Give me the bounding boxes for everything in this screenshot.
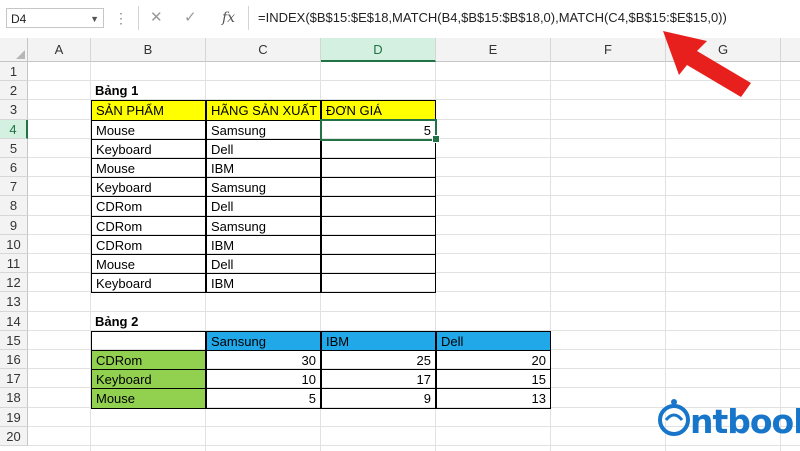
row-header-15[interactable]: 15 xyxy=(0,330,28,350)
row-header-2[interactable]: 2 xyxy=(0,81,28,101)
table2-cell[interactable]: 10 xyxy=(206,369,321,390)
table1-cell[interactable]: IBM xyxy=(206,158,321,179)
table2-cell[interactable]: 17 xyxy=(321,369,436,390)
gridline xyxy=(780,62,781,451)
table1-cell[interactable]: Keyboard xyxy=(91,138,206,159)
table1-cell[interactable]: Dell xyxy=(206,138,321,159)
table1-cell[interactable] xyxy=(321,254,436,275)
table2-header-cell[interactable]: IBM xyxy=(321,330,436,351)
check-icon[interactable]: ✓ xyxy=(184,8,197,28)
row-header-20[interactable]: 20 xyxy=(0,426,28,446)
table2-cell[interactable]: 5 xyxy=(206,388,321,409)
row-header-14[interactable]: 14 xyxy=(0,311,28,331)
more-options-icon[interactable]: ⋮ xyxy=(114,8,128,28)
table2-cell[interactable]: 9 xyxy=(321,388,436,409)
row-header-9[interactable]: 9 xyxy=(0,215,28,235)
table1-cell[interactable]: Samsung xyxy=(206,177,321,198)
row-header-18[interactable]: 18 xyxy=(0,388,28,408)
column-header-f[interactable]: F xyxy=(551,38,666,62)
row-header-12[interactable]: 12 xyxy=(0,273,28,293)
name-box[interactable]: D4 ▼ xyxy=(6,8,104,28)
table1-cell[interactable]: IBM xyxy=(206,234,321,255)
table2-header-cell[interactable] xyxy=(91,330,206,351)
table1-cell[interactable]: CDRom xyxy=(91,215,206,236)
table2-cell[interactable]: 30 xyxy=(206,350,321,371)
table1-cell[interactable] xyxy=(321,273,436,294)
column-header-d[interactable]: D xyxy=(321,38,436,62)
table1-cell[interactable]: Keyboard xyxy=(91,177,206,198)
ntbook-logo-text: ntbook xyxy=(690,402,800,441)
select-all-button[interactable] xyxy=(0,38,28,62)
row-header-13[interactable]: 13 xyxy=(0,292,28,312)
column-header-c[interactable]: C xyxy=(206,38,321,62)
cancel-icon[interactable]: ✕ xyxy=(150,8,163,28)
divider xyxy=(138,6,139,30)
ntbook-logo-icon xyxy=(658,399,690,436)
table2-cell[interactable]: Mouse xyxy=(91,388,206,409)
insert-function-icon[interactable]: fx xyxy=(222,8,235,28)
table1-title[interactable]: Bảng 1 xyxy=(91,81,321,100)
table1-cell[interactable]: Samsung xyxy=(206,119,321,140)
chevron-down-icon[interactable]: ▼ xyxy=(90,9,99,29)
row-header-7[interactable]: 7 xyxy=(0,177,28,197)
table1-cell[interactable]: CDRom xyxy=(91,196,206,217)
column-header-b[interactable]: B xyxy=(91,38,206,62)
table1-cell[interactable] xyxy=(321,138,436,159)
table2-cell[interactable]: Keyboard xyxy=(91,369,206,390)
table2-title[interactable]: Bảng 2 xyxy=(91,312,321,331)
table1-cell[interactable] xyxy=(321,177,436,198)
row-header-1[interactable]: 1 xyxy=(0,62,28,82)
name-box-value: D4 xyxy=(11,12,27,26)
table2-header-cell[interactable]: Dell xyxy=(436,330,551,351)
table2-header-cell[interactable]: Samsung xyxy=(206,330,321,351)
table1-header-cell[interactable]: ĐƠN GIÁ xyxy=(321,100,436,121)
row-header-16[interactable]: 16 xyxy=(0,350,28,370)
table1-cell[interactable] xyxy=(321,158,436,179)
row-header-11[interactable]: 11 xyxy=(0,254,28,274)
row-header-3[interactable]: 3 xyxy=(0,100,28,120)
column-header-e[interactable]: E xyxy=(436,38,551,62)
row-header-19[interactable]: 19 xyxy=(0,407,28,427)
table1-cell[interactable]: Mouse xyxy=(91,254,206,275)
table1-cell[interactable] xyxy=(321,234,436,255)
table2-cell[interactable]: 20 xyxy=(436,350,551,371)
gridline xyxy=(665,62,666,451)
red-arrow-annotation xyxy=(663,31,751,97)
gridline xyxy=(28,445,800,446)
table1-cell[interactable]: Dell xyxy=(206,254,321,275)
row-header-8[interactable]: 8 xyxy=(0,196,28,216)
divider xyxy=(248,6,249,30)
table2-cell[interactable]: 13 xyxy=(436,388,551,409)
row-header-6[interactable]: 6 xyxy=(0,158,28,178)
table1-header-cell[interactable]: SẢN PHẨM xyxy=(91,100,206,121)
column-header-h[interactable]: H xyxy=(781,38,800,62)
row-header-10[interactable]: 10 xyxy=(0,234,28,254)
row-header-17[interactable]: 17 xyxy=(0,369,28,389)
table1-cell[interactable]: Mouse xyxy=(91,119,206,140)
table1-cell[interactable]: Keyboard xyxy=(91,273,206,294)
table1-header-cell[interactable]: HÃNG SẢN XUẤT xyxy=(206,100,321,121)
table1-cell[interactable]: CDRom xyxy=(91,234,206,255)
row-header-5[interactable]: 5 xyxy=(0,138,28,158)
table2-cell[interactable]: CDRom xyxy=(91,350,206,371)
table1-cell[interactable]: Samsung xyxy=(206,215,321,236)
table1-cell[interactable]: IBM xyxy=(206,273,321,294)
table1-cell[interactable] xyxy=(321,215,436,236)
table1-cell[interactable]: Dell xyxy=(206,196,321,217)
column-header-a[interactable]: A xyxy=(28,38,91,62)
table2-cell[interactable]: 15 xyxy=(436,369,551,390)
row-header-4[interactable]: 4 xyxy=(0,119,28,139)
table1-cell[interactable]: 5 xyxy=(320,118,437,141)
table2-cell[interactable]: 25 xyxy=(321,350,436,371)
fill-handle[interactable] xyxy=(432,134,440,143)
table1-cell[interactable]: Mouse xyxy=(91,158,206,179)
table1-cell[interactable] xyxy=(321,196,436,217)
